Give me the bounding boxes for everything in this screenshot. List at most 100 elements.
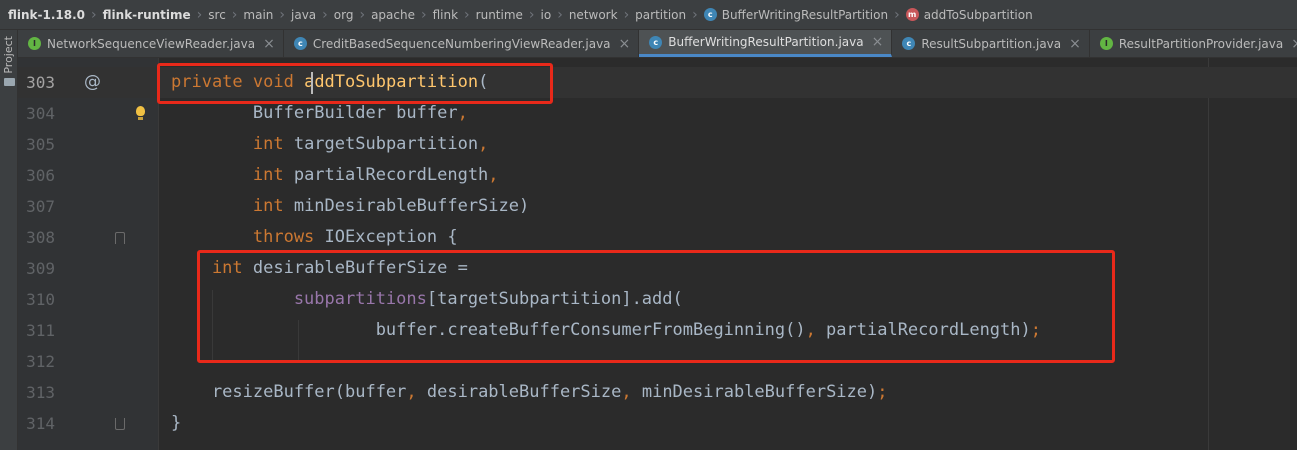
breadcrumb-item[interactable]: src xyxy=(208,8,226,22)
line-number: 305 xyxy=(26,135,55,154)
class-icon: c xyxy=(902,37,916,50)
interface-icon: I xyxy=(1099,37,1113,50)
breadcrumb-label: network xyxy=(568,7,618,22)
code-line[interactable]: throws IOException { xyxy=(171,222,458,253)
line-number: 313 xyxy=(26,383,55,402)
code-token: int xyxy=(171,165,294,185)
code-token: BufferBuilder buffer xyxy=(171,103,458,123)
breadcrumb-separator-icon: › xyxy=(279,6,285,23)
line-number: 314 xyxy=(26,414,55,433)
code-token: ; xyxy=(877,382,888,402)
right-margin-guide xyxy=(1208,58,1209,450)
editor-tab[interactable]: c ResultSubpartition.java × xyxy=(892,30,1090,57)
breadcrumb-separator-icon: › xyxy=(623,6,630,23)
line-number: 307 xyxy=(26,197,55,216)
breadcrumb-item[interactable]: runtime xyxy=(476,8,523,22)
tab-label: ResultPartitionProvider.java xyxy=(1118,36,1284,51)
editor-tab[interactable]: c BufferWritingResultPartition.java × xyxy=(639,30,893,57)
project-tool-button[interactable]: Project xyxy=(0,30,18,90)
breadcrumb-separator-icon: › xyxy=(196,6,203,23)
breadcrumb-label: partition xyxy=(635,7,687,22)
method-icon: m xyxy=(905,8,919,21)
interface-icon: I xyxy=(28,37,41,50)
code-token: throws xyxy=(171,227,325,247)
breadcrumb-item[interactable]: partition xyxy=(635,8,686,22)
folder-icon xyxy=(4,78,15,86)
breadcrumb-item[interactable]: network xyxy=(569,8,618,22)
breadcrumb-label: addToSubpartition xyxy=(923,7,1033,22)
code-token: targetSubpartition xyxy=(293,134,479,154)
lightbulb-icon[interactable] xyxy=(136,106,145,116)
breadcrumb-item[interactable]: m addToSubpartition xyxy=(905,7,1033,22)
code-token: partialRecordLength xyxy=(293,165,489,185)
code-line[interactable]: } xyxy=(171,408,181,439)
class-icon: c xyxy=(293,37,307,50)
breadcrumb-separator-icon: › xyxy=(894,6,900,23)
breadcrumb-item[interactable]: io xyxy=(541,8,552,22)
code-token: , xyxy=(457,103,468,123)
code-line[interactable]: int targetSubpartition, xyxy=(171,129,488,160)
breadcrumb-label: io xyxy=(540,7,552,22)
tab-label: CreditBasedSequenceNumberingViewReader.j… xyxy=(312,36,611,51)
line-number: 312 xyxy=(26,352,55,371)
breadcrumb-separator-icon: › xyxy=(557,6,563,23)
breadcrumb-separator-icon: › xyxy=(359,6,366,23)
editor-tab[interactable]: I NetworkSequenceViewReader.java × xyxy=(18,30,284,57)
code-token: int xyxy=(171,196,294,216)
code-token: , xyxy=(621,382,642,402)
tab-label: ResultSubpartition.java xyxy=(921,36,1062,51)
override-marker-icon[interactable]: @ xyxy=(84,72,101,92)
close-icon[interactable]: × xyxy=(872,34,884,50)
code-token: , xyxy=(488,165,499,185)
tool-window-strip xyxy=(0,30,18,450)
close-icon[interactable]: × xyxy=(619,36,631,52)
code-line[interactable]: int minDesirableBufferSize) xyxy=(171,191,529,222)
line-number: 311 xyxy=(26,321,55,340)
breadcrumb-separator-icon: › xyxy=(464,6,470,23)
line-number: 303 xyxy=(26,73,55,92)
method-signature-highlight xyxy=(157,63,553,104)
line-number: 306 xyxy=(26,166,55,185)
code-block-highlight xyxy=(197,250,1115,363)
fold-marker[interactable] xyxy=(115,232,125,244)
code-token: , xyxy=(406,382,427,402)
breadcrumb-label: flink-runtime xyxy=(102,7,191,22)
breadcrumb-separator-icon: › xyxy=(231,6,238,23)
code-token: , xyxy=(478,134,489,154)
code-line[interactable]: resizeBuffer(buffer, desirableBufferSize… xyxy=(171,377,888,408)
line-number: 308 xyxy=(26,228,55,247)
editor-tab[interactable]: c CreditBasedSequenceNumberingViewReader.… xyxy=(284,30,640,57)
code-token: minDesirableBufferSize) xyxy=(293,196,530,216)
close-icon[interactable]: × xyxy=(263,36,275,52)
breadcrumb-label: BufferWritingResultPartition xyxy=(721,7,889,22)
breadcrumb-label: java xyxy=(291,7,317,22)
code-token: int xyxy=(171,134,294,154)
tab-label: BufferWritingResultPartition.java xyxy=(668,35,864,49)
breadcrumb-item[interactable]: org xyxy=(334,8,354,22)
fold-marker[interactable] xyxy=(115,418,125,430)
close-icon[interactable]: × xyxy=(1069,36,1081,52)
editor-tabs: I NetworkSequenceViewReader.java × c CreditB… xyxy=(18,30,1297,58)
lightbulb-base xyxy=(138,117,143,120)
breadcrumb-separator-icon: › xyxy=(692,6,698,23)
breadcrumb-item[interactable]: c BufferWritingResultPartition xyxy=(703,7,889,22)
tab-label: NetworkSequenceViewReader.java xyxy=(47,36,256,51)
breadcrumb-label: main xyxy=(243,7,274,22)
close-icon[interactable]: × xyxy=(1291,36,1297,52)
breadcrumb-label: src xyxy=(208,7,226,22)
breadcrumb-item[interactable]: flink xyxy=(433,8,458,22)
breadcrumb: flink-1.18.0 › flink-runtime › src › main › java… xyxy=(0,0,1297,30)
breadcrumb-item[interactable]: apache xyxy=(371,8,415,22)
breadcrumb-item[interactable]: java xyxy=(291,8,316,22)
breadcrumb-label: flink xyxy=(432,7,459,22)
breadcrumb-label: org xyxy=(333,7,354,22)
breadcrumb-item[interactable]: flink-runtime xyxy=(103,8,191,22)
line-number: 309 xyxy=(26,259,55,278)
code-token: desirableBufferSize xyxy=(426,382,622,402)
breadcrumb-item[interactable]: flink-1.18.0 xyxy=(8,8,85,22)
code-line[interactable]: int partialRecordLength, xyxy=(171,160,499,191)
breadcrumb-separator-icon: › xyxy=(420,6,427,23)
class-icon: c xyxy=(703,8,717,21)
breadcrumb-item[interactable]: main xyxy=(243,8,273,22)
editor-tab[interactable]: I ResultPartitionProvider.java × xyxy=(1090,30,1297,57)
